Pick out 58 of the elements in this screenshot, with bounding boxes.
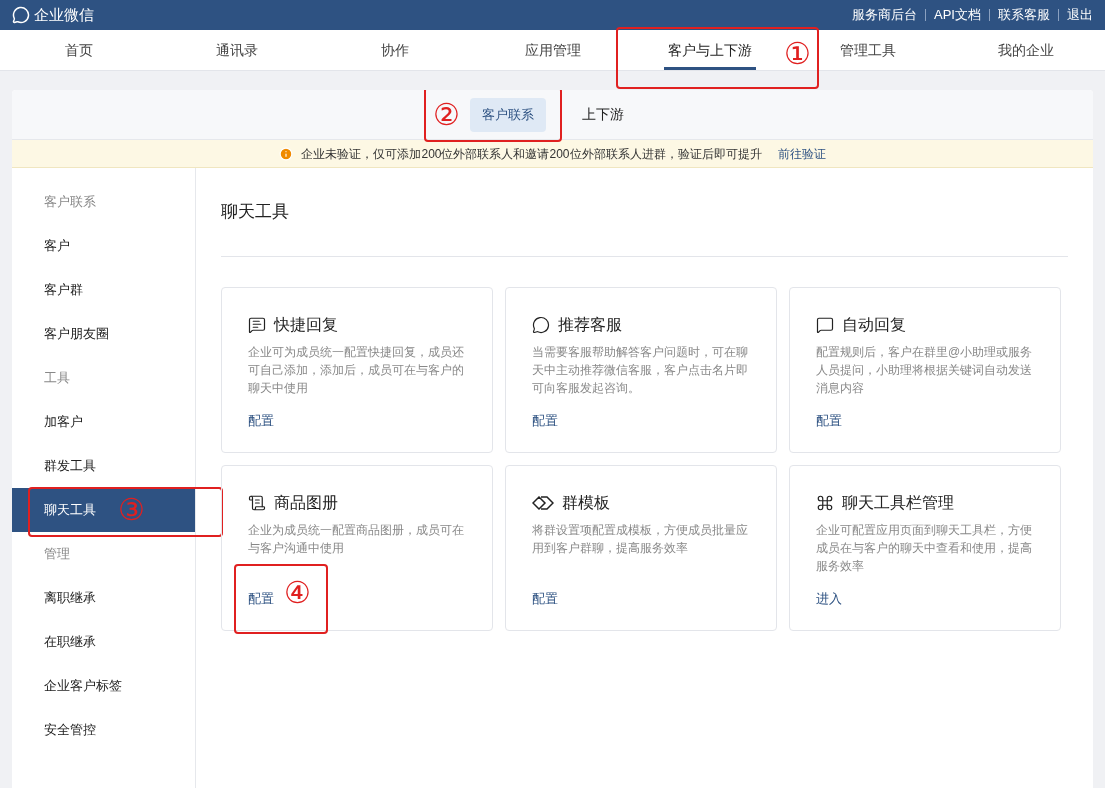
verify-link[interactable]: 前往验证 <box>777 144 826 163</box>
sidebar-section-title: 客户联系 <box>43 193 97 212</box>
card-description: 当需要客服帮助解答客户问题时，可在聊天中主动推荐微信客服，客户点击名片即可向客服发起咨询。 <box>532 344 749 397</box>
card-action-link[interactable]: 进入 <box>816 588 842 608</box>
sub-tab[interactable]: 客户联系 <box>469 97 546 132</box>
sidebar-item[interactable]: 客户 <box>12 224 195 268</box>
double-diamond-icon <box>532 495 554 511</box>
sub-tab[interactable]: 上下游 <box>569 97 636 132</box>
annotation-number: ① <box>784 39 812 69</box>
top-link[interactable]: API文档 <box>934 5 981 25</box>
notice-text: 企业未验证，仅可添加200位外部联系人和邀请200位外部联系人进群，验证后即可提升 <box>301 145 762 163</box>
card-action-link[interactable]: 配置 <box>532 588 558 608</box>
sidebar-item[interactable]: 离职继承 <box>12 576 195 620</box>
card-action-link[interactable]: 配置 <box>816 410 842 430</box>
nav-tab[interactable]: 通讯录 <box>211 30 262 70</box>
card-action-link[interactable]: 配置 <box>248 588 274 608</box>
card-title: 推荐客服 <box>558 315 622 335</box>
sidebar-section-title: 管理 <box>43 545 71 564</box>
sidebar-item[interactable]: 加客户 <box>12 400 195 444</box>
annotation-number: ② <box>432 99 460 130</box>
card-description: 企业可为成员统一配置快捷回复，成员还可自己添加，添加后，成员可在与客户的聊天中使用 <box>248 344 465 397</box>
card-action-link[interactable]: 配置 <box>532 410 558 430</box>
chat-bubble-icon <box>532 316 550 334</box>
sidebar-item[interactable]: 在职继承 <box>12 620 195 664</box>
card-title: 群模板 <box>562 493 610 513</box>
nav-tab[interactable]: 管理工具 <box>836 30 901 70</box>
card-action-link[interactable]: 配置 <box>248 410 274 430</box>
nav-tab[interactable]: 我的企业 <box>994 30 1059 70</box>
logo-text: 企业微信 <box>34 4 94 25</box>
annotation-number: ④ <box>284 578 311 608</box>
sidebar-section-title: 工具 <box>43 369 71 388</box>
chat-bubble-lines-icon <box>248 316 266 334</box>
card-title: 自动回复 <box>842 315 906 335</box>
card-description: 企业可配置应用页面到聊天工具栏，方便成员在与客户的聊天中查看和使用，提高服务效率 <box>816 522 1033 575</box>
top-link[interactable]: 联系客服 <box>998 5 1050 25</box>
card-title: 快捷回复 <box>274 315 338 335</box>
annotation-number: ③ <box>118 495 145 525</box>
top-link[interactable]: 退出 <box>1067 5 1093 25</box>
card-description: 配置规则后，客户在群里@小助理或服务人员提问，小助理将根据关键词自动发送消息内容 <box>816 344 1034 397</box>
sidebar-item[interactable]: 群发工具 <box>12 444 195 488</box>
document-list-icon <box>248 494 266 512</box>
card-title: 聊天工具栏管理 <box>842 493 954 513</box>
nav-tab[interactable]: 协作 <box>376 30 413 70</box>
card-description: 将群设置项配置成模板，方便成员批量应用到客户群聊，提高服务效率 <box>532 522 749 557</box>
loop-cross-icon <box>816 494 834 512</box>
logo-icon <box>12 6 30 24</box>
card-title: 商品图册 <box>274 493 338 513</box>
sidebar-item[interactable]: 安全管控 <box>12 708 195 752</box>
sidebar-item[interactable]: 客户朋友圈 <box>12 312 195 356</box>
nav-tab[interactable]: 首页 <box>60 30 97 70</box>
nav-tab[interactable]: 客户与上下游 <box>664 30 757 70</box>
top-link[interactable]: 服务商后台 <box>852 5 918 25</box>
sidebar-item[interactable]: 客户群 <box>12 268 195 312</box>
nav-tab[interactable]: 应用管理 <box>520 30 585 70</box>
info-icon <box>279 146 294 161</box>
sidebar-item[interactable]: 企业客户标签 <box>12 664 195 708</box>
card-description: 企业为成员统一配置商品图册，成员可在与客户沟通中使用 <box>248 522 465 557</box>
page-title: 聊天工具 <box>221 168 1068 257</box>
